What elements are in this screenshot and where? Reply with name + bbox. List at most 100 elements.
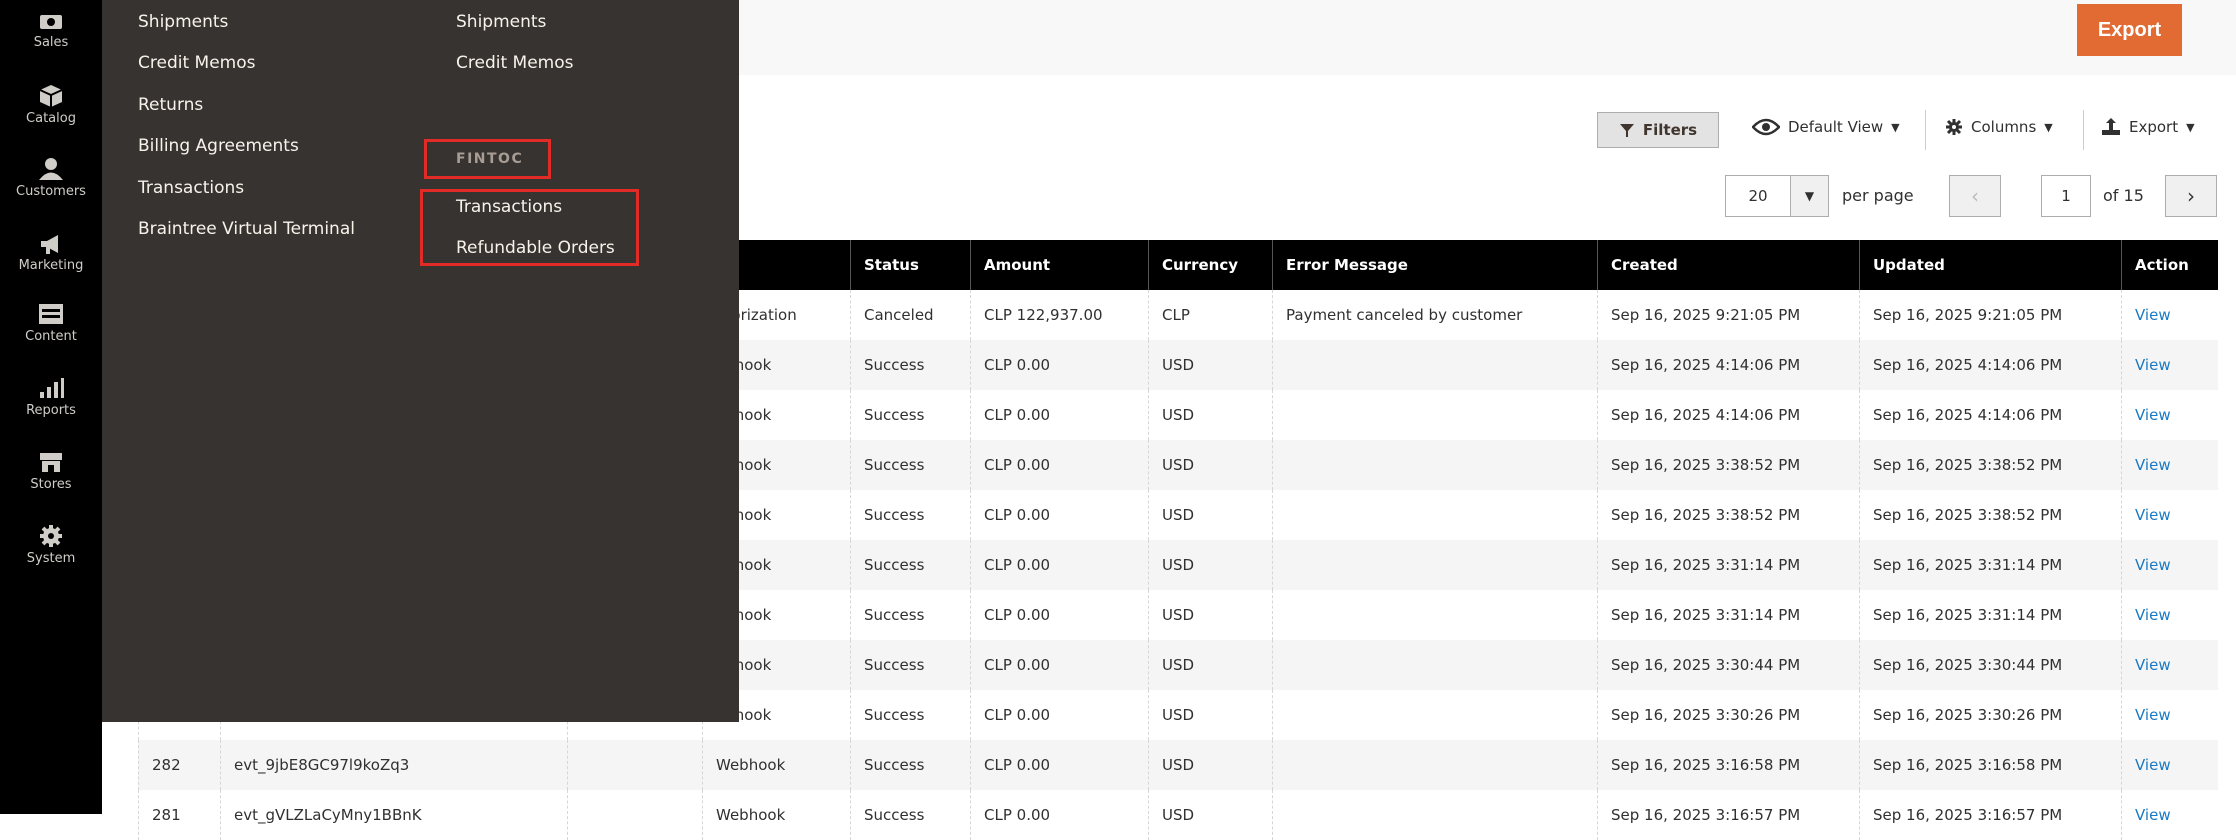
nav-item-system[interactable]: System (0, 524, 102, 566)
export-dropdown[interactable]: Export ▼ (2101, 118, 2195, 136)
cell-created: Sep 16, 2025 3:31:14 PM (1597, 540, 1859, 590)
customers-icon (39, 158, 63, 180)
view-link[interactable]: View (2121, 490, 2218, 540)
cell-currency: USD (1148, 640, 1272, 690)
cell-currency: USD (1148, 540, 1272, 590)
view-link[interactable]: View (2121, 290, 2218, 340)
table-row[interactable]: 282 evt_9jbE8GC97l9koZq3 Webhook Success CLP… (138, 740, 2218, 790)
per-page-value: 20 (1748, 187, 1768, 205)
view-link[interactable]: View (2121, 690, 2218, 740)
column-header-amount[interactable]: Amount (970, 240, 1148, 290)
cell-status: Success (850, 390, 970, 440)
cell-status: Success (850, 440, 970, 490)
nav-item-stores[interactable]: Stores (0, 450, 102, 492)
column-header-action: Action (2121, 240, 2218, 290)
cell-amount: CLP 0.00 (970, 390, 1148, 440)
cell-status: Success (850, 740, 970, 790)
menu-link-billing-agreements[interactable]: Billing Agreements (138, 136, 299, 156)
filters-label: Filters (1642, 121, 1698, 139)
column-header-status[interactable]: Status (850, 240, 970, 290)
view-link[interactable]: View (2121, 640, 2218, 690)
columns-dropdown[interactable]: Columns ▼ (1945, 118, 2053, 136)
chevron-down-icon: ▼ (2186, 120, 2195, 134)
export-button[interactable]: Export (2077, 4, 2182, 56)
column-header-updated[interactable]: Updated (1859, 240, 2121, 290)
nav-label: Sales (33, 35, 69, 50)
nav-label: Content (25, 329, 77, 344)
column-header-created[interactable]: Created (1597, 240, 1859, 290)
nav-item-content[interactable]: Content (0, 302, 102, 344)
cell-updated: Sep 16, 2025 4:14:06 PM (1859, 390, 2121, 440)
nav-label: Reports (26, 403, 76, 418)
cell-amount: CLP 122,937.00 (970, 290, 1148, 340)
menu-link-braintree-virtual-terminal[interactable]: Braintree Virtual Terminal (138, 219, 355, 239)
cell-error-message (1272, 640, 1597, 690)
gear-icon (1946, 119, 1962, 135)
prev-page-button[interactable]: ‹ (1949, 175, 2001, 217)
cell-amount: CLP 0.00 (970, 640, 1148, 690)
filters-button[interactable]: Filters (1597, 112, 1719, 148)
cell-created: Sep 16, 2025 3:31:14 PM (1597, 590, 1859, 640)
menu-link-credit-memos[interactable]: Credit Memos (138, 53, 255, 73)
page-number-input[interactable]: 1 (2041, 175, 2091, 217)
view-link[interactable]: View (2121, 790, 2218, 840)
cell-currency: USD (1148, 340, 1272, 390)
nav-item-catalog[interactable]: Catalog (0, 84, 102, 126)
export-label: Export (2129, 118, 2179, 136)
column-header-error-message[interactable]: Error Message (1272, 240, 1597, 290)
sales-submenu-panel: Shipments Credit Memos Returns Billing A… (102, 0, 739, 722)
menu-link-transactions[interactable]: Transactions (138, 178, 244, 198)
next-page-button[interactable]: › (2165, 175, 2217, 217)
nav-label: Customers (16, 184, 86, 199)
per-page-select[interactable]: 20 ▼ (1725, 175, 1829, 217)
cell-error-message (1272, 690, 1597, 740)
cell-created: Sep 16, 2025 3:16:57 PM (1597, 790, 1859, 840)
marketing-icon (41, 235, 58, 254)
cell-created: Sep 16, 2025 3:30:26 PM (1597, 690, 1859, 740)
cell-status: Success (850, 490, 970, 540)
nav-item-customers[interactable]: Customers (0, 157, 102, 199)
chevron-down-icon[interactable]: ▼ (1790, 176, 1828, 216)
toolbar-divider (1925, 110, 1926, 150)
table-row[interactable]: 281 evt_gVLZLaCyMny1BBnK Webhook Success CLP… (138, 790, 2218, 840)
cell-currency: USD (1148, 390, 1272, 440)
cell-updated: Sep 16, 2025 9:21:05 PM (1859, 290, 2121, 340)
nav-label: Marketing (18, 258, 84, 273)
cell-error-message (1272, 340, 1597, 390)
menu-link-credit-memos-2[interactable]: Credit Memos (456, 53, 573, 73)
cell-created: Sep 16, 2025 3:38:52 PM (1597, 490, 1859, 540)
cell-error-message (1272, 790, 1597, 840)
menu-link-returns[interactable]: Returns (138, 95, 203, 115)
view-link[interactable]: View (2121, 390, 2218, 440)
stores-icon (40, 453, 62, 472)
cell-status: Success (850, 540, 970, 590)
cell-type: Webhook (702, 740, 850, 790)
cell-updated: Sep 16, 2025 3:16:58 PM (1859, 740, 2121, 790)
filter-icon (1619, 124, 1634, 137)
cell-amount: CLP 0.00 (970, 690, 1148, 740)
nav-item-reports[interactable]: Reports (0, 376, 102, 418)
view-link[interactable]: View (2121, 740, 2218, 790)
admin-sidebar: Sales Catalog Customers Marketing Conten… (0, 0, 102, 814)
default-view-dropdown[interactable]: Default View ▼ (1752, 118, 1900, 136)
cell-status: Success (850, 690, 970, 740)
reports-icon (40, 378, 64, 398)
cell-amount: CLP 0.00 (970, 740, 1148, 790)
view-link[interactable]: View (2121, 440, 2218, 490)
nav-item-marketing[interactable]: Marketing (0, 233, 102, 273)
cell-updated: Sep 16, 2025 3:30:26 PM (1859, 690, 2121, 740)
cell-type: Webhook (702, 790, 850, 840)
column-header-currency[interactable]: Currency (1148, 240, 1272, 290)
sales-icon (40, 15, 62, 29)
nav-label: Catalog (26, 111, 76, 126)
nav-item-sales[interactable]: Sales (0, 12, 102, 50)
cell-status: Canceled (850, 290, 970, 340)
view-link[interactable]: View (2121, 540, 2218, 590)
cell-created: Sep 16, 2025 4:14:06 PM (1597, 340, 1859, 390)
view-link[interactable]: View (2121, 340, 2218, 390)
cell-created: Sep 16, 2025 3:16:58 PM (1597, 740, 1859, 790)
page-total: of 15 (2103, 186, 2144, 205)
menu-link-shipments-2[interactable]: Shipments (456, 12, 546, 32)
menu-link-shipments[interactable]: Shipments (138, 12, 228, 32)
view-link[interactable]: View (2121, 590, 2218, 640)
